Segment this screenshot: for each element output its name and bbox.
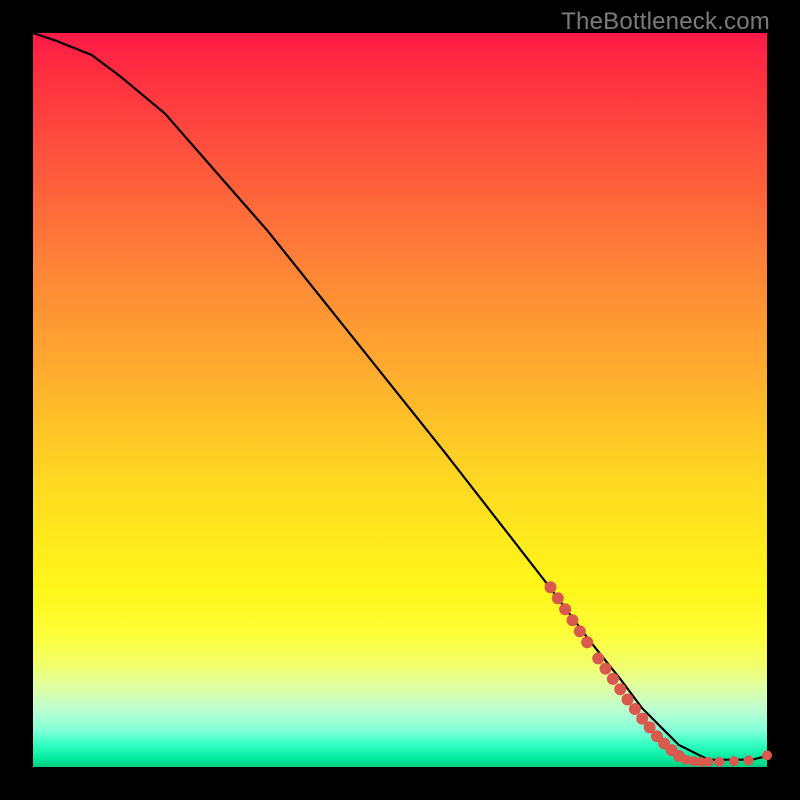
marker-dot bbox=[592, 652, 604, 664]
marker-dot bbox=[574, 625, 586, 637]
marker-dot bbox=[545, 581, 557, 593]
marker-dot bbox=[703, 757, 713, 767]
marker-dot bbox=[567, 614, 579, 626]
chart-plot-area bbox=[33, 33, 767, 767]
marker-dot bbox=[714, 757, 724, 767]
marker-dots bbox=[545, 581, 773, 767]
marker-dot bbox=[559, 603, 571, 615]
chart-frame: TheBottleneck.com bbox=[0, 0, 800, 800]
marker-dot bbox=[552, 592, 564, 604]
marker-dot bbox=[762, 750, 772, 760]
marker-dot bbox=[607, 673, 619, 685]
marker-dot bbox=[600, 663, 612, 675]
marker-dot bbox=[614, 683, 626, 695]
marker-dot bbox=[744, 755, 754, 765]
chart-svg bbox=[33, 33, 767, 767]
marker-dot bbox=[622, 694, 634, 706]
marker-dot bbox=[629, 703, 641, 715]
curve-line bbox=[33, 33, 767, 760]
marker-dot bbox=[729, 756, 739, 766]
marker-dot bbox=[581, 636, 593, 648]
watermark-text: TheBottleneck.com bbox=[561, 8, 770, 36]
